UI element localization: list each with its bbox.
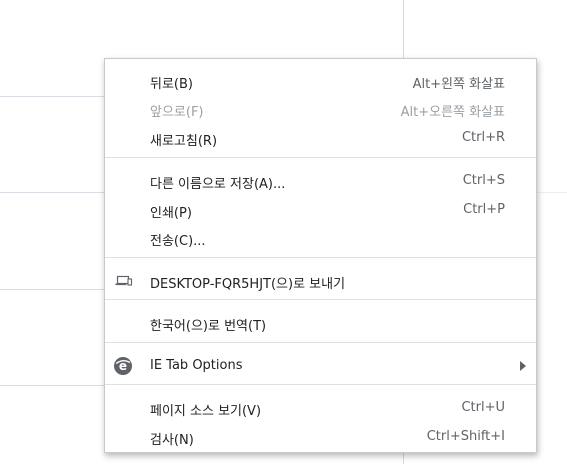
menu-item-label: 다른 이름으로 저장(A)...: [150, 177, 286, 192]
menu-item-shortcut: Alt+왼쪽 화살표: [412, 77, 505, 92]
menu-item-forward[interactable]: 앞으로(F) Alt+오른쪽 화살표: [105, 95, 536, 123]
menu-item-label: 검사(N): [150, 433, 194, 448]
menu-separator: [105, 384, 536, 385]
menu-item-label: 전송(C)...: [150, 234, 206, 249]
ie-tab-extension-icon: e: [113, 356, 133, 376]
menu-separator: [105, 157, 536, 158]
menu-item-view-source[interactable]: 페이지 소스 보기(V) Ctrl+U: [105, 394, 536, 422]
menu-item-send-to-device[interactable]: DESKTOP-FQR5HJT(으)로 보내기: [105, 267, 536, 295]
menu-item-shortcut: Ctrl+Shift+I: [426, 429, 505, 444]
menu-item-label: 인쇄(P): [150, 206, 192, 221]
menu-item-ie-tab-options[interactable]: e IE Tab Options: [105, 352, 536, 380]
menu-item-label: 페이지 소스 보기(V): [150, 404, 262, 419]
menu-item-label: 앞으로(F): [150, 105, 204, 120]
context-menu: 뒤로(B) Alt+왼쪽 화살표 앞으로(F) Alt+오른쪽 화살표 새로고침…: [104, 58, 537, 453]
menu-item-translate[interactable]: 한국어(으)로 번역(T): [105, 309, 536, 337]
menu-item-label: 한국어(으)로 번역(T): [150, 319, 267, 334]
menu-separator: [105, 299, 536, 300]
menu-item-reload[interactable]: 새로고침(R) Ctrl+R: [105, 124, 536, 152]
menu-item-label: IE Tab Options: [150, 358, 243, 373]
menu-item-back[interactable]: 뒤로(B) Alt+왼쪽 화살표: [105, 67, 536, 95]
menu-item-inspect[interactable]: 검사(N) Ctrl+Shift+I: [105, 423, 536, 451]
menu-item-shortcut: Ctrl+U: [461, 400, 505, 415]
devices-icon: [113, 271, 133, 291]
menu-separator: [105, 257, 536, 258]
menu-item-shortcut: Alt+오른쪽 화살표: [400, 105, 505, 120]
menu-item-cast[interactable]: 전송(C)...: [105, 224, 536, 252]
menu-separator: [105, 342, 536, 343]
menu-item-label: DESKTOP-FQR5HJT(으)로 보내기: [150, 277, 346, 292]
menu-item-save-as[interactable]: 다른 이름으로 저장(A)... Ctrl+S: [105, 167, 536, 195]
menu-item-shortcut: Ctrl+P: [463, 202, 505, 217]
submenu-arrow-icon: [520, 361, 526, 371]
menu-item-label: 새로고침(R): [150, 134, 218, 149]
menu-item-shortcut: Ctrl+R: [461, 130, 505, 145]
menu-item-print[interactable]: 인쇄(P) Ctrl+P: [105, 196, 536, 224]
menu-item-shortcut: Ctrl+S: [462, 173, 505, 188]
menu-item-label: 뒤로(B): [150, 77, 193, 92]
